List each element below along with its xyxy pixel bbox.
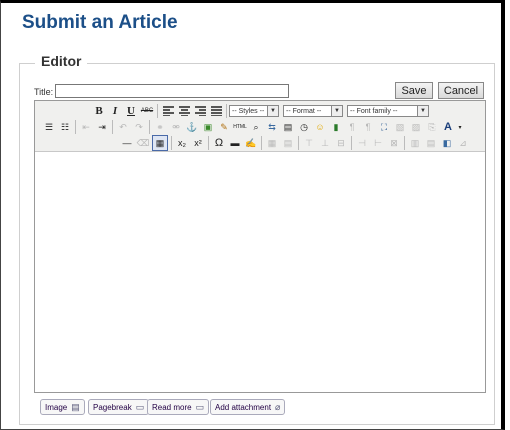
readmore-icon: ▭ (195, 401, 205, 412)
title-label: Title: (34, 87, 54, 97)
row-after-icon[interactable]: ⊥ (318, 136, 332, 150)
visual-aid-icon[interactable]: ▦ (152, 135, 168, 151)
outdent-icon[interactable]: ⇤ (79, 120, 93, 134)
misc-icon[interactable]: ⊿ (456, 136, 470, 150)
format-select[interactable]: -- Format -- ▼ (283, 105, 343, 117)
editor-legend: Editor (35, 53, 88, 69)
row-before-icon[interactable]: ⊤ (302, 136, 316, 150)
rtl-icon[interactable]: ¶ (361, 120, 375, 134)
editor-toolbar: B I U ABC -- Styles -- ▼ -- Format -- ▼ --… (35, 101, 485, 152)
col-before-icon[interactable]: ⊣ (355, 136, 369, 150)
remove-format-icon[interactable]: ⌫ (136, 136, 150, 150)
image-button-label: Image (45, 402, 68, 412)
split-cells-icon[interactable]: ▤ (424, 136, 438, 150)
paste-word-icon[interactable]: ▨ (409, 120, 423, 134)
link-icon[interactable]: ⚭ (153, 120, 167, 134)
undo-icon[interactable]: ↶ (116, 120, 130, 134)
paste-text-icon[interactable]: ⎘ (425, 120, 439, 134)
align-justify-icon[interactable] (209, 104, 223, 118)
separator (171, 136, 172, 150)
image-icon: ▤ (71, 401, 80, 412)
paperclip-icon: ⌀ (275, 401, 281, 412)
readmore-button[interactable]: Read more ▭ (147, 399, 210, 415)
page-break-icon[interactable]: ▬ (228, 136, 242, 150)
font-family-select[interactable]: -- Font family -- ▼ (347, 105, 429, 117)
horizontal-rule-icon[interactable]: — (120, 136, 134, 150)
html-icon[interactable]: HTML (233, 120, 247, 134)
separator (75, 120, 76, 134)
add-attachment-button[interactable]: Add attachment ⌀ (210, 399, 286, 415)
chevron-down-icon: ▼ (417, 106, 428, 116)
font-family-select-value: -- Font family -- (350, 107, 398, 115)
cleanup-icon[interactable]: ✎ (217, 120, 231, 134)
search-icon[interactable]: ⌕ (249, 120, 263, 134)
edit-icon[interactable]: ✍ (244, 136, 258, 150)
align-center-icon[interactable] (177, 104, 191, 118)
image-icon[interactable]: ▣ (201, 120, 215, 134)
chevron-down-icon: ▼ (331, 106, 342, 116)
col-after-icon[interactable]: ⊢ (371, 136, 385, 150)
styles-select[interactable]: -- Styles -- ▼ (229, 105, 279, 117)
unlink-icon[interactable]: ⚮ (169, 120, 183, 134)
editor-box: B I U ABC -- Styles -- ▼ -- Format -- ▼ --… (34, 100, 486, 393)
align-left-icon[interactable] (161, 104, 175, 118)
bullet-list-icon[interactable]: ☰ (42, 120, 56, 134)
superscript-button[interactable]: x² (191, 136, 205, 150)
image-button[interactable]: Image ▤ (40, 399, 85, 415)
editor-content-area[interactable] (35, 152, 485, 392)
table-icon[interactable]: ▦ (265, 136, 279, 150)
cancel-button[interactable]: Cancel (438, 82, 484, 99)
flash-icon[interactable]: ▮ (329, 120, 343, 134)
styles-select-value: -- Styles -- (232, 107, 265, 115)
time-icon[interactable]: ◷ (297, 120, 311, 134)
separator (298, 136, 299, 150)
underline-button[interactable]: U (124, 104, 138, 118)
strikethrough-button[interactable]: ABC (140, 104, 154, 118)
emoticon-icon[interactable]: ☺ (313, 120, 327, 134)
redo-icon[interactable]: ↷ (132, 120, 146, 134)
readmore-button-label: Read more (152, 402, 192, 412)
subscript-button[interactable]: x₂ (175, 136, 189, 150)
page-title: Submit an Article (22, 12, 178, 33)
fullscreen-icon[interactable]: ⛶ (377, 120, 391, 134)
chevron-down-icon[interactable]: ▾ (457, 120, 463, 134)
media-icon[interactable]: ▤ (281, 120, 295, 134)
separator (404, 136, 405, 150)
text-color-icon[interactable]: A (441, 120, 455, 134)
save-button[interactable]: Save (395, 82, 433, 99)
merge-cells-icon[interactable]: ▥ (408, 136, 422, 150)
table-props-icon[interactable]: ▤ (281, 136, 295, 150)
pagebreak-button[interactable]: Pagebreak ▭ (88, 399, 150, 415)
align-right-icon[interactable] (193, 104, 207, 118)
chevron-down-icon: ▼ (267, 106, 278, 116)
delete-col-icon[interactable]: ⊠ (387, 136, 401, 150)
anchor-icon[interactable]: ⚓ (185, 120, 199, 134)
layer-icon[interactable]: ◧ (440, 136, 454, 150)
format-select-value: -- Format -- (286, 107, 322, 115)
add-attachment-button-label: Add attachment (215, 402, 272, 412)
title-input[interactable] (55, 84, 289, 98)
separator (226, 104, 227, 118)
numbered-list-icon[interactable]: ☷ (58, 120, 72, 134)
separator (351, 136, 352, 150)
italic-button[interactable]: I (108, 104, 122, 118)
separator (208, 136, 209, 150)
pagebreak-button-label: Pagebreak (93, 402, 132, 412)
ltr-icon[interactable]: ¶ (345, 120, 359, 134)
pagebreak-icon: ▭ (135, 401, 145, 412)
replace-icon[interactable]: ⇆ (265, 120, 279, 134)
indent-icon[interactable]: ⇥ (95, 120, 109, 134)
separator (157, 104, 158, 118)
separator (149, 120, 150, 134)
separator (261, 136, 262, 150)
separator (112, 120, 113, 134)
paste-icon[interactable]: ▧ (393, 120, 407, 134)
bold-button[interactable]: B (92, 104, 106, 118)
delete-row-icon[interactable]: ⊟ (334, 136, 348, 150)
special-char-button[interactable]: Ω (212, 136, 226, 150)
